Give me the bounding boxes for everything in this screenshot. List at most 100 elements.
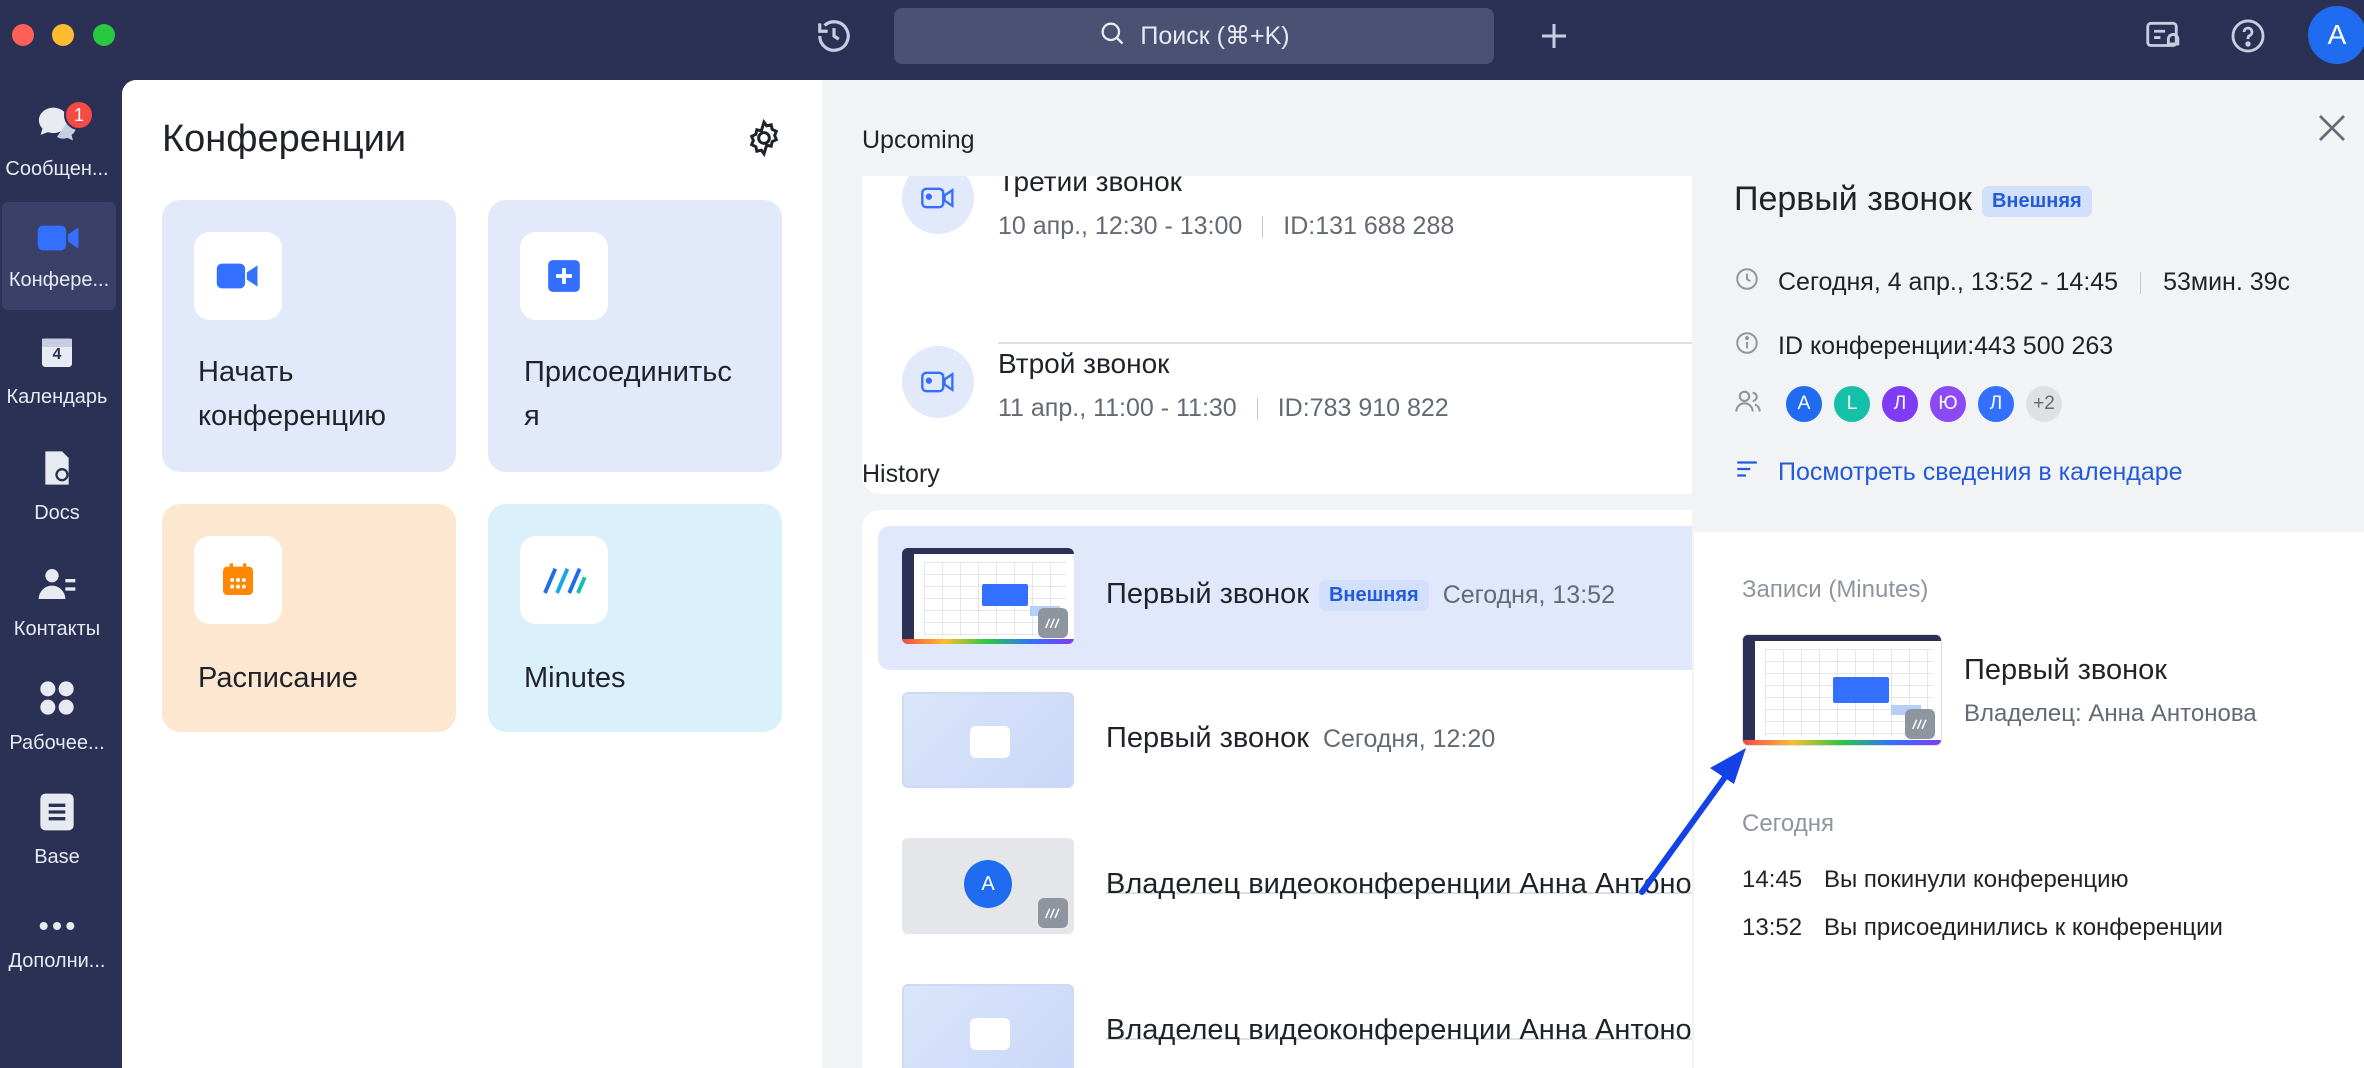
maximize-window-button[interactable] bbox=[93, 24, 115, 46]
video-icon bbox=[902, 176, 974, 234]
detail-conference-id: ID конференции:443 500 263 bbox=[1734, 330, 2113, 363]
meeting-thumbnail: A bbox=[902, 838, 1074, 934]
rail-item-label: Конфере... bbox=[8, 268, 110, 291]
clock-icon bbox=[1734, 266, 1760, 299]
history-icon[interactable] bbox=[812, 14, 856, 58]
rail-item-label: Docs bbox=[34, 501, 80, 524]
tile-label: Minutes bbox=[524, 662, 626, 694]
meeting-details-drawer: Первый звонок Внешняя Сегодня, 4 апр., 13… bbox=[1694, 80, 2364, 1068]
event-item: 13:52 Вы присоединились к конференции bbox=[1742, 914, 2223, 941]
meeting-thumbnail bbox=[902, 984, 1074, 1068]
close-window-button[interactable] bbox=[12, 24, 34, 46]
records-section-title: Записи (Minutes) bbox=[1742, 576, 1929, 603]
table-row[interactable]: Первый звонок Внешняя Сегодня, 13:52 bbox=[878, 526, 1692, 670]
rail-item-label: Сообщен... bbox=[5, 157, 109, 180]
meeting-title: Втрой звонок bbox=[998, 348, 1170, 379]
minutes-icon bbox=[1038, 608, 1068, 638]
rail-item-label: Календарь bbox=[6, 385, 108, 408]
upcoming-title: Upcoming bbox=[862, 126, 975, 154]
close-icon[interactable] bbox=[2314, 110, 2358, 154]
app-rail: 1 Сообщен... Конфере... 4 Календарь Docs… bbox=[0, 80, 120, 1068]
recording-thumbnail bbox=[902, 548, 1074, 644]
minutes-icon bbox=[1905, 709, 1935, 739]
history-list: Первый звонок Внешняя Сегодня, 13:52 Первы… bbox=[862, 510, 1692, 1068]
detail-title: Первый звонок Внешняя bbox=[1734, 180, 2092, 219]
tile-label: Начать bbox=[198, 356, 294, 388]
schedule-tile[interactable]: Расписание bbox=[162, 504, 456, 732]
table-row[interactable]: Владелец видеоконференции Анна Антонова bbox=[878, 962, 1692, 1068]
more-icon bbox=[37, 916, 77, 942]
minutes-tile[interactable]: Minutes bbox=[488, 504, 782, 732]
minutes-icon bbox=[520, 536, 608, 624]
help-icon[interactable] bbox=[2226, 14, 2270, 58]
search-bar[interactable]: Поиск (⌘+K) bbox=[894, 8, 1494, 64]
recording-title[interactable]: Первый звонок bbox=[1964, 654, 2167, 687]
history-item-title: Первый звонок Внешняя Сегодня, 13:52 bbox=[1106, 578, 1615, 611]
participants-icon bbox=[1734, 388, 1762, 421]
list-item[interactable]: Втрой звонок 11 апр., 11:00 - 11:30 ID:78… bbox=[862, 346, 1692, 476]
rail-item-base[interactable]: Base bbox=[0, 776, 114, 884]
rail-item-docs[interactable]: Docs bbox=[0, 432, 114, 540]
search-label: Поиск (⌘+K) bbox=[1140, 22, 1290, 50]
rail-item-workplace[interactable]: Рабочее... bbox=[0, 662, 114, 770]
history-item-title: Владелец видеоконференции Анна Антонова bbox=[1106, 868, 1692, 900]
avatar: Ю bbox=[1928, 384, 1968, 424]
calendar-day: 4 bbox=[52, 345, 62, 363]
info-icon bbox=[1734, 330, 1760, 363]
video-icon bbox=[194, 232, 282, 320]
docs-icon bbox=[37, 448, 77, 494]
rail-item-messages[interactable]: 1 Сообщен... bbox=[0, 88, 114, 196]
plus-icon[interactable] bbox=[1532, 14, 1576, 58]
history-title: History bbox=[862, 460, 940, 488]
rail-item-label: Рабочее... bbox=[9, 731, 105, 754]
calendar-icon: 4 bbox=[37, 332, 77, 378]
minimize-window-button[interactable] bbox=[52, 24, 74, 46]
meeting-title: Третий звонок bbox=[998, 176, 1182, 197]
calendar-details-link[interactable]: Посмотреть сведения в календаре bbox=[1734, 456, 2183, 489]
table-row[interactable]: Первый звонок Сегодня, 12:20 bbox=[878, 670, 1692, 814]
upcoming-list: Третий звонок 10 апр., 12:30 - 13:00 ID:1… bbox=[862, 176, 1692, 494]
tile-label: я bbox=[524, 400, 540, 432]
avatar: L bbox=[1832, 384, 1872, 424]
meeting-list-panel: Upcoming Третий звонок 10 апр., 12:30 - … bbox=[822, 80, 1694, 1068]
base-icon bbox=[38, 792, 76, 838]
more-participants-count: +2 bbox=[2024, 384, 2064, 424]
recording-card[interactable] bbox=[1742, 634, 1942, 746]
meeting-thumbnail bbox=[902, 692, 1074, 788]
list-icon bbox=[1734, 456, 1760, 489]
tile-label: конференцию bbox=[198, 400, 386, 432]
notifications-icon[interactable] bbox=[2140, 14, 2184, 58]
list-item[interactable]: Третий звонок 10 апр., 12:30 - 13:00 ID:1… bbox=[862, 176, 1692, 306]
rail-item-more[interactable]: Дополни... bbox=[0, 890, 114, 998]
table-row[interactable]: A Владелец видеоконференции Анна Антонов… bbox=[878, 816, 1692, 960]
external-tag: Внешняя bbox=[1318, 579, 1429, 611]
recording-owner: Владелец: Анна Антонова bbox=[1964, 700, 2257, 727]
add-square-icon bbox=[520, 232, 608, 320]
meeting-time: 10 апр., 12:30 - 13:00 ID:131 688 288 bbox=[998, 212, 1455, 240]
rail-item-meetings[interactable]: Конфере... bbox=[2, 202, 116, 310]
rail-item-label: Контакты bbox=[13, 617, 101, 640]
page-title: Конференции bbox=[162, 118, 407, 160]
rail-item-label: Дополни... bbox=[8, 949, 106, 972]
rail-item-label: Base bbox=[34, 845, 80, 868]
title-bar: Поиск (⌘+K) A bbox=[0, 0, 2364, 80]
events-section-title: Сегодня bbox=[1742, 810, 1834, 837]
calendar-icon bbox=[194, 536, 282, 624]
external-tag: Внешняя bbox=[1981, 185, 2092, 217]
rail-item-contacts[interactable]: Контакты bbox=[0, 548, 114, 656]
gear-icon[interactable] bbox=[744, 118, 784, 158]
user-avatar[interactable]: A bbox=[2308, 6, 2364, 64]
tile-label: Расписание bbox=[198, 662, 358, 694]
detail-participants[interactable]: A L Л Ю Л +2 bbox=[1734, 384, 2064, 424]
join-meeting-tile[interactable]: Присоединитьс я bbox=[488, 200, 782, 472]
avatar: Л bbox=[1880, 384, 1920, 424]
start-meeting-tile[interactable]: Начать конференцию bbox=[162, 200, 456, 472]
video-icon bbox=[36, 221, 82, 261]
contacts-icon bbox=[36, 564, 78, 610]
detail-datetime: Сегодня, 4 апр., 13:52 - 14:45 53мин. 39с bbox=[1734, 266, 2290, 299]
history-item-title: Владелец видеоконференции Анна Антонова bbox=[1106, 1014, 1692, 1046]
meetings-panel: Конференции Начать конференцию Присоедин… bbox=[122, 80, 822, 1068]
meeting-time: 11 апр., 11:00 - 11:30 ID:783 910 822 bbox=[998, 394, 1449, 422]
rail-item-calendar[interactable]: 4 Календарь bbox=[0, 316, 114, 424]
history-item-title: Первый звонок Сегодня, 12:20 bbox=[1106, 722, 1496, 754]
